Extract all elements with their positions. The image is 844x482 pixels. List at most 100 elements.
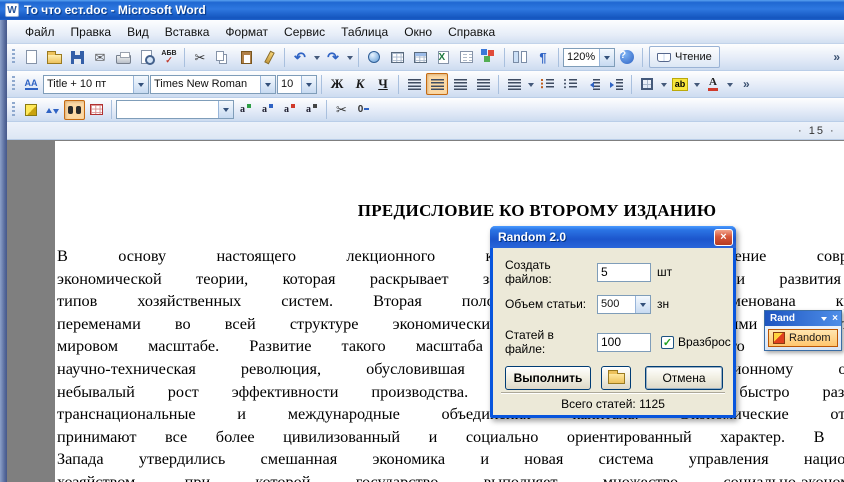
menu-item[interactable]: Справка (440, 21, 503, 43)
align-left-button[interactable] (403, 73, 425, 95)
menu-item[interactable]: Сервис (276, 21, 333, 43)
random-button[interactable]: Random (768, 329, 838, 347)
insert-excel-button[interactable]: X (432, 46, 454, 68)
table-tool-button[interactable] (86, 100, 107, 120)
insert-text-button[interactable]: а (235, 100, 256, 120)
line-spacing-button[interactable] (503, 73, 525, 95)
reading-label: Чтение (675, 51, 712, 63)
drawing-button[interactable] (478, 46, 500, 68)
rand-title-bar[interactable]: Rand × (765, 311, 841, 326)
browse-folder-button[interactable] (601, 366, 631, 390)
toolbar-drag-handle[interactable] (12, 76, 15, 92)
font-color-dropdown-arrow[interactable] (725, 74, 734, 94)
align-right-button[interactable] (449, 73, 471, 95)
cancel-button[interactable]: Отмена (645, 366, 723, 390)
dialog-title-bar[interactable]: Random 2.0 × (490, 226, 736, 248)
font-combo[interactable]: Times New Roman (150, 74, 276, 94)
strike-text-button[interactable]: а (279, 100, 300, 120)
font-dropdown-arrow[interactable] (260, 75, 275, 93)
insert-table-button[interactable] (409, 46, 431, 68)
article-volume-dropdown-arrow[interactable] (635, 295, 650, 313)
run-button[interactable]: Выполнить (505, 366, 591, 390)
reading-mode-button[interactable]: Чтение (649, 46, 720, 68)
rand-close-button[interactable]: × (832, 313, 838, 324)
font-color-button[interactable]: А (702, 73, 724, 95)
undo-button[interactable]: ↶ (289, 46, 311, 68)
custom-combo-dropdown-arrow[interactable] (218, 101, 233, 118)
redo-dropdown-arrow[interactable] (345, 47, 354, 67)
highlighter-tool-button[interactable] (20, 100, 41, 120)
menu-item[interactable]: Файл (17, 21, 63, 43)
rand-floating-toolbar[interactable]: Rand × Random (764, 310, 842, 351)
menu-item[interactable]: Вставка (157, 21, 218, 43)
font-size-dropdown-arrow[interactable] (301, 75, 316, 93)
tables-borders-button[interactable] (386, 46, 408, 68)
cut-button[interactable]: ✂ (189, 46, 211, 68)
highlight-icon: ab (671, 77, 689, 91)
mark-text-button[interactable]: а (301, 100, 322, 120)
increase-indent-button[interactable] (605, 73, 627, 95)
toolbar-options-button[interactable]: » (743, 77, 750, 91)
save-button[interactable] (66, 46, 88, 68)
horizontal-ruler[interactable]: · 15 · (7, 122, 844, 140)
bold-button[interactable]: Ж (326, 73, 348, 95)
styles-pane-button[interactable]: АА (20, 73, 42, 95)
spelling-button[interactable]: АБВ ✓ (158, 46, 180, 68)
help-button[interactable]: ? (616, 46, 638, 68)
italic-button[interactable]: К (349, 73, 371, 95)
new-document-button[interactable] (20, 46, 42, 68)
toolbar-options-button[interactable]: » (833, 50, 840, 64)
copy-button[interactable] (212, 46, 234, 68)
numbered-list-button[interactable] (536, 73, 558, 95)
paste-button[interactable] (235, 46, 257, 68)
format-painter-button[interactable] (258, 46, 280, 68)
show-paragraph-marks-button[interactable]: ¶ (532, 46, 554, 68)
decrease-indent-button[interactable] (582, 73, 604, 95)
style-combo[interactable]: Title + 10 пт (43, 74, 149, 94)
menu-item[interactable]: Вид (119, 21, 157, 43)
print-preview-icon (140, 50, 155, 65)
font-size-combo[interactable]: 10 (277, 74, 317, 94)
cut-fragment-button[interactable]: ✂ (331, 100, 352, 120)
articles-per-file-input[interactable] (597, 332, 651, 352)
bullet-list-button[interactable] (559, 73, 581, 95)
justify-button[interactable] (472, 73, 494, 95)
columns-button[interactable] (455, 46, 477, 68)
align-center-button[interactable] (426, 73, 448, 95)
reset-counter-button[interactable]: 0 (353, 100, 374, 120)
insert-hyperlink-button[interactable] (363, 46, 385, 68)
underline-button[interactable]: Ч (372, 73, 394, 95)
shuffle-checkbox[interactable]: ✓ (661, 335, 674, 349)
sort-tool-button[interactable] (42, 100, 63, 120)
menu-item[interactable]: Правка (63, 21, 120, 43)
replace-text-button[interactable]: а (257, 100, 278, 120)
toolbar-drag-handle[interactable] (12, 49, 15, 65)
dialog-close-button[interactable]: × (714, 228, 733, 246)
undo-dropdown-arrow[interactable] (312, 47, 321, 67)
create-files-input[interactable] (597, 262, 651, 282)
redo-button[interactable]: ↷ (322, 46, 344, 68)
email-button[interactable]: ✉ (89, 46, 111, 68)
highlight-button[interactable]: ab (669, 73, 691, 95)
line-spacing-dropdown-arrow[interactable] (526, 74, 535, 94)
article-volume-combo[interactable]: 500 (597, 294, 651, 314)
document-map-button[interactable] (509, 46, 531, 68)
open-button[interactable] (43, 46, 65, 68)
zoom-combo[interactable]: 120% (563, 47, 615, 67)
style-dropdown-arrow[interactable] (133, 75, 148, 93)
highlight-dropdown-arrow[interactable] (692, 74, 701, 94)
find-tool-button[interactable] (64, 99, 85, 120)
borders-dropdown-arrow[interactable] (659, 74, 668, 94)
menu-item[interactable]: Окно (396, 21, 440, 43)
menu-item[interactable]: Формат (217, 21, 276, 43)
toolbar-drag-handle[interactable] (12, 101, 15, 118)
rand-menu-arrow[interactable] (819, 313, 829, 324)
menu-item[interactable]: Таблица (333, 21, 396, 43)
zoom-dropdown-arrow[interactable] (599, 48, 614, 66)
title-bar[interactable]: W То что ест.doc - Microsoft Word (0, 0, 844, 20)
borders-button[interactable] (636, 73, 658, 95)
custom-text-combo[interactable] (116, 100, 234, 119)
print-preview-button[interactable] (135, 46, 157, 68)
random-dialog[interactable]: Random 2.0 × Создать файлов: шт Объем ст… (490, 226, 736, 418)
print-button[interactable] (112, 46, 134, 68)
